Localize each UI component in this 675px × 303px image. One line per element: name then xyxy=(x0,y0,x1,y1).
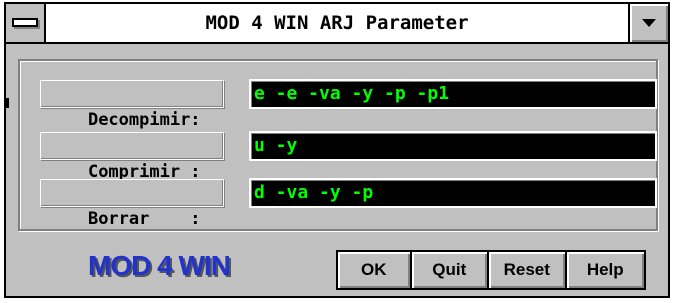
decompress-label: Decompimir: xyxy=(40,80,224,130)
system-menu-icon xyxy=(12,18,38,27)
quit-button[interactable]: Quit xyxy=(411,252,488,288)
reset-button[interactable]: Reset xyxy=(489,252,565,288)
arj-parameter-window: MOD 4 WIN ARJ Parameter Decompimir: e -e… xyxy=(4,2,670,298)
mod4win-logo: MOD 4 WIN xyxy=(88,250,231,281)
group-edge-tick xyxy=(6,98,9,108)
decompress-params-input[interactable]: e -e -va -y -p -p1 xyxy=(249,79,657,109)
delete-params-input[interactable]: d -va -y -p xyxy=(249,178,657,208)
compress-label: Comprimir : xyxy=(40,132,224,182)
delete-label-text: Borrar : xyxy=(87,209,201,229)
down-arrow-icon xyxy=(642,19,656,27)
title-bar[interactable]: MOD 4 WIN ARJ Parameter xyxy=(6,4,668,44)
decompress-label-text: Decompimir: xyxy=(87,110,201,130)
compress-params-input[interactable]: u -y xyxy=(249,131,657,161)
window-title: MOD 4 WIN ARJ Parameter xyxy=(205,12,469,34)
delete-label: Borrar : xyxy=(40,179,224,229)
minimize-button[interactable] xyxy=(628,4,668,42)
ok-button[interactable]: OK xyxy=(338,252,410,288)
button-bar: OK Quit Reset Help xyxy=(336,250,646,290)
help-button[interactable]: Help xyxy=(566,252,644,288)
system-menu-button[interactable] xyxy=(6,4,46,42)
